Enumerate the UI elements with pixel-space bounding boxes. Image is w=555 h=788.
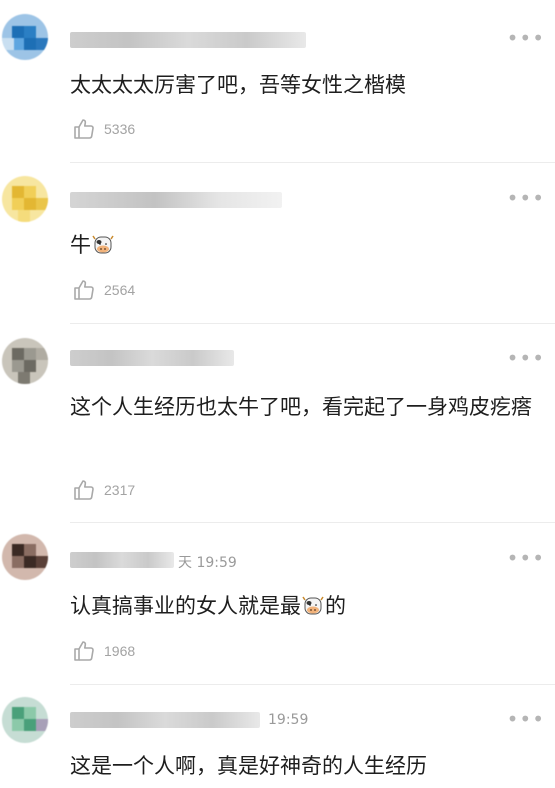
thumbs-up-icon bbox=[74, 480, 94, 500]
avatar[interactable] bbox=[2, 697, 48, 743]
more-dots-icon[interactable]: ••• bbox=[507, 548, 545, 568]
comment-text-part: 牛 bbox=[70, 233, 91, 257]
comment-text-part: 的 bbox=[325, 594, 346, 618]
divider bbox=[70, 323, 555, 324]
comment-text: 牛 bbox=[70, 226, 537, 265]
like-count: 1968 bbox=[104, 643, 136, 659]
username-blurred[interactable] bbox=[70, 712, 260, 728]
avatar[interactable] bbox=[2, 14, 48, 60]
username-blurred[interactable] bbox=[70, 192, 282, 208]
username-blurred[interactable] bbox=[70, 350, 234, 366]
comment-text: 认真搞事业的女人就是最的 bbox=[70, 587, 537, 626]
comment-text: 太太太太厉害了吧，吾等女性之楷模 bbox=[70, 73, 406, 97]
more-dots-icon[interactable]: ••• bbox=[507, 709, 545, 729]
cow-emoji-icon bbox=[302, 596, 324, 615]
divider bbox=[70, 162, 555, 163]
more-dots-icon[interactable]: ••• bbox=[507, 348, 545, 368]
comment-text: 这个人生经历也太牛了吧，看完起了一身鸡皮疙瘩 bbox=[70, 395, 532, 419]
comment-time: 天 19:59 bbox=[178, 555, 237, 571]
username-blurred[interactable] bbox=[70, 32, 306, 48]
avatar[interactable] bbox=[2, 338, 48, 384]
more-dots-icon[interactable]: ••• bbox=[507, 28, 545, 48]
more-dots-icon[interactable]: ••• bbox=[507, 188, 545, 208]
comment-text-part: 认真搞事业的女人就是最 bbox=[70, 594, 301, 618]
thumbs-up-icon bbox=[74, 641, 94, 661]
avatar[interactable] bbox=[2, 534, 48, 580]
like-button[interactable]: 5336 bbox=[72, 117, 135, 141]
like-count: 2317 bbox=[104, 482, 136, 498]
divider bbox=[70, 522, 555, 523]
thumbs-up-icon bbox=[74, 119, 94, 139]
like-button[interactable]: 2564 bbox=[72, 278, 135, 302]
avatar[interactable] bbox=[2, 176, 48, 222]
divider bbox=[70, 684, 555, 685]
cow-emoji-icon bbox=[92, 235, 114, 254]
like-button[interactable]: 1968 bbox=[72, 639, 135, 663]
like-count: 2564 bbox=[104, 282, 136, 298]
like-count: 5336 bbox=[104, 121, 136, 137]
like-button[interactable]: 2317 bbox=[72, 478, 135, 502]
comment-text: 这是一个人啊，真是好神奇的人生经历 bbox=[70, 754, 427, 778]
thumbs-up-icon bbox=[74, 280, 94, 300]
username-blurred[interactable] bbox=[70, 552, 174, 568]
comment-time: 19:59 bbox=[268, 712, 309, 728]
